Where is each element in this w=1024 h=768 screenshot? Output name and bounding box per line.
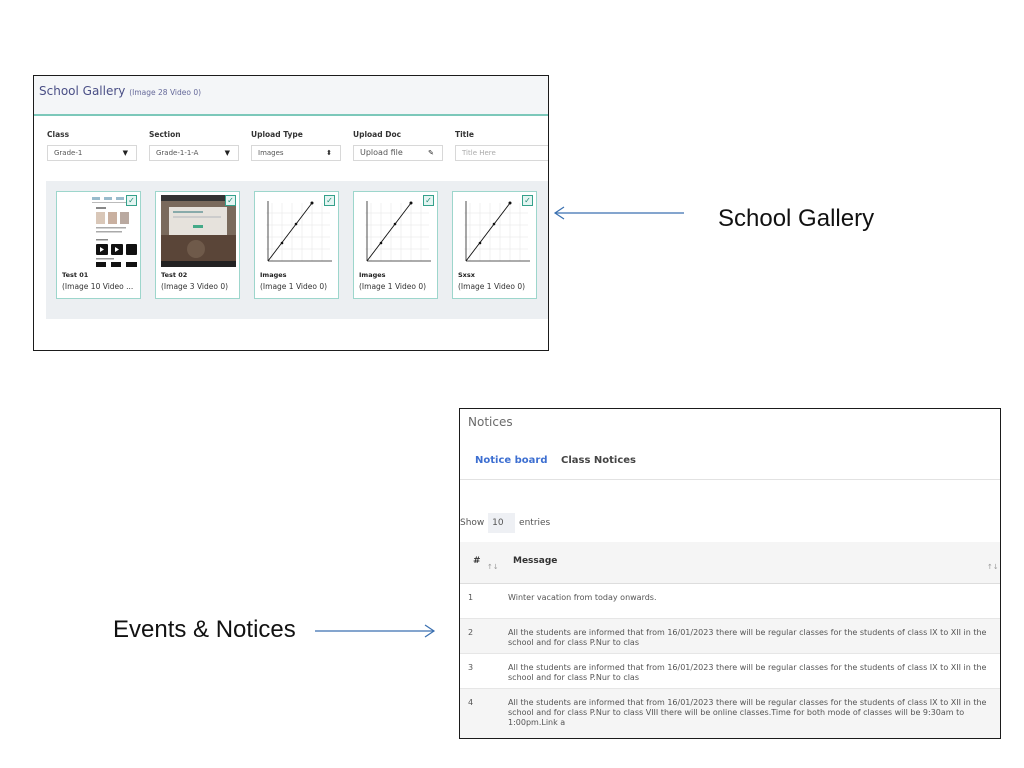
column-header-message[interactable]: Message — [513, 556, 557, 566]
school-gallery-panel: School Gallery (Image 28 Video 0) Class … — [33, 75, 549, 351]
checkbox-checked-icon[interactable]: ✓ — [225, 195, 236, 206]
gallery-item-count: (Image 3 Video 0) — [161, 282, 229, 291]
tab-divider — [460, 479, 1000, 480]
gallery-item[interactable]: ✓ Test 01 (Image 10 Video ... — [56, 191, 141, 299]
table-header: # ↑↓ Message ↑↓ — [460, 542, 1000, 584]
entries-label: entries — [519, 518, 551, 528]
gallery-title-text: School Gallery — [39, 84, 126, 98]
gallery-thumbnails: ✓ Test 01 (Image 10 Video ... ✓ Test 02 … — [46, 181, 548, 319]
tab-notice-board[interactable]: Notice board — [475, 455, 548, 466]
row-message: Winter vacation from today onwards. — [508, 593, 657, 602]
gallery-item-name: Test 01 — [62, 271, 89, 279]
table-row[interactable]: 2 All the students are informed that fro… — [460, 619, 1000, 654]
gallery-title-count: (Image 28 Video 0) — [129, 88, 202, 97]
gallery-title: School Gallery (Image 28 Video 0) — [39, 84, 201, 98]
checkbox-checked-icon[interactable]: ✓ — [324, 195, 335, 206]
table-row[interactable]: 4 All the students are informed that fro… — [460, 689, 1000, 738]
section-label: Section — [149, 130, 181, 139]
title-input[interactable]: Title Here — [455, 145, 548, 161]
show-label: Show — [460, 518, 485, 528]
entries-select[interactable]: 10 — [488, 513, 516, 533]
gallery-item[interactable]: ✓ Images (Image 1 Video 0) — [353, 191, 438, 299]
title-label: Title — [455, 130, 474, 139]
gallery-item-count: (Image 1 Video 0) — [458, 282, 526, 291]
chevron-down-icon: ▼ — [224, 149, 230, 157]
gallery-item-name: Sxsx — [458, 271, 475, 279]
gallery-item-name: Test 02 — [161, 271, 188, 279]
checkbox-checked-icon[interactable]: ✓ — [126, 195, 137, 206]
sort-icon[interactable]: ↑↓ — [487, 563, 499, 571]
gallery-filter-card: Class Section Upload Type Upload Doc Tit… — [34, 114, 548, 350]
checkbox-checked-icon[interactable]: ✓ — [522, 195, 533, 206]
upload-type-value: Images — [258, 149, 284, 157]
checkbox-checked-icon[interactable]: ✓ — [423, 195, 434, 206]
row-message: All the students are informed that from … — [508, 628, 987, 647]
gallery-item-count: (Image 1 Video 0) — [359, 282, 427, 291]
class-select-value: Grade-1 — [54, 149, 83, 157]
upload-type-select[interactable]: Images ⬍ — [251, 145, 341, 161]
entries-length-control: Show 10 entries — [460, 513, 550, 533]
gallery-item[interactable]: ✓ Sxsx (Image 1 Video 0) — [452, 191, 537, 299]
tab-class-notices[interactable]: Class Notices — [561, 455, 636, 466]
upload-doc-value: Upload file — [360, 148, 403, 157]
gallery-item-count: (Image 10 Video ... — [62, 282, 134, 291]
notices-annotation-arrow — [315, 624, 436, 638]
table-row[interactable]: 3 All the students are informed that fro… — [460, 654, 1000, 689]
chevron-down-icon: ▼ — [122, 149, 128, 157]
row-message: All the students are informed that from … — [508, 698, 987, 727]
row-number: 1 — [468, 593, 474, 602]
column-header-number[interactable]: # — [473, 556, 481, 566]
upload-doc-input[interactable]: Upload file ✎ — [353, 145, 443, 161]
upload-type-label: Upload Type — [251, 130, 303, 139]
gallery-annotation-arrow — [553, 206, 684, 220]
upload-doc-label: Upload Doc — [353, 130, 402, 139]
row-number: 3 — [468, 663, 474, 672]
table-row[interactable]: 1 Winter vacation from today onwards. — [460, 584, 1000, 619]
gallery-item[interactable]: ✓ Test 02 (Image 3 Video 0) — [155, 191, 240, 299]
title-placeholder: Title Here — [462, 149, 496, 157]
row-number: 2 — [468, 628, 474, 637]
gallery-annotation-label: School Gallery — [718, 205, 875, 232]
row-message: All the students are informed that from … — [508, 663, 987, 682]
section-select[interactable]: Grade-1-1-A ▼ — [149, 145, 239, 161]
gallery-item-name: Images — [260, 271, 287, 279]
sort-icon[interactable]: ↑↓ — [987, 563, 999, 571]
gallery-item[interactable]: ✓ Images (Image 1 Video 0) — [254, 191, 339, 299]
notices-title: Notices — [468, 415, 513, 429]
class-label: Class — [47, 130, 70, 139]
gallery-item-count: (Image 1 Video 0) — [260, 282, 328, 291]
row-number: 4 — [468, 698, 474, 707]
section-select-value: Grade-1-1-A — [156, 149, 199, 157]
class-select[interactable]: Grade-1 ▼ — [47, 145, 137, 161]
gallery-item-name: Images — [359, 271, 386, 279]
paperclip-icon: ✎ — [428, 149, 434, 157]
updown-caret-icon: ⬍ — [326, 149, 332, 157]
notices-annotation-label: Events & Notices — [113, 616, 296, 643]
notices-panel: Notices Notice board Class Notices Show … — [459, 408, 1001, 739]
